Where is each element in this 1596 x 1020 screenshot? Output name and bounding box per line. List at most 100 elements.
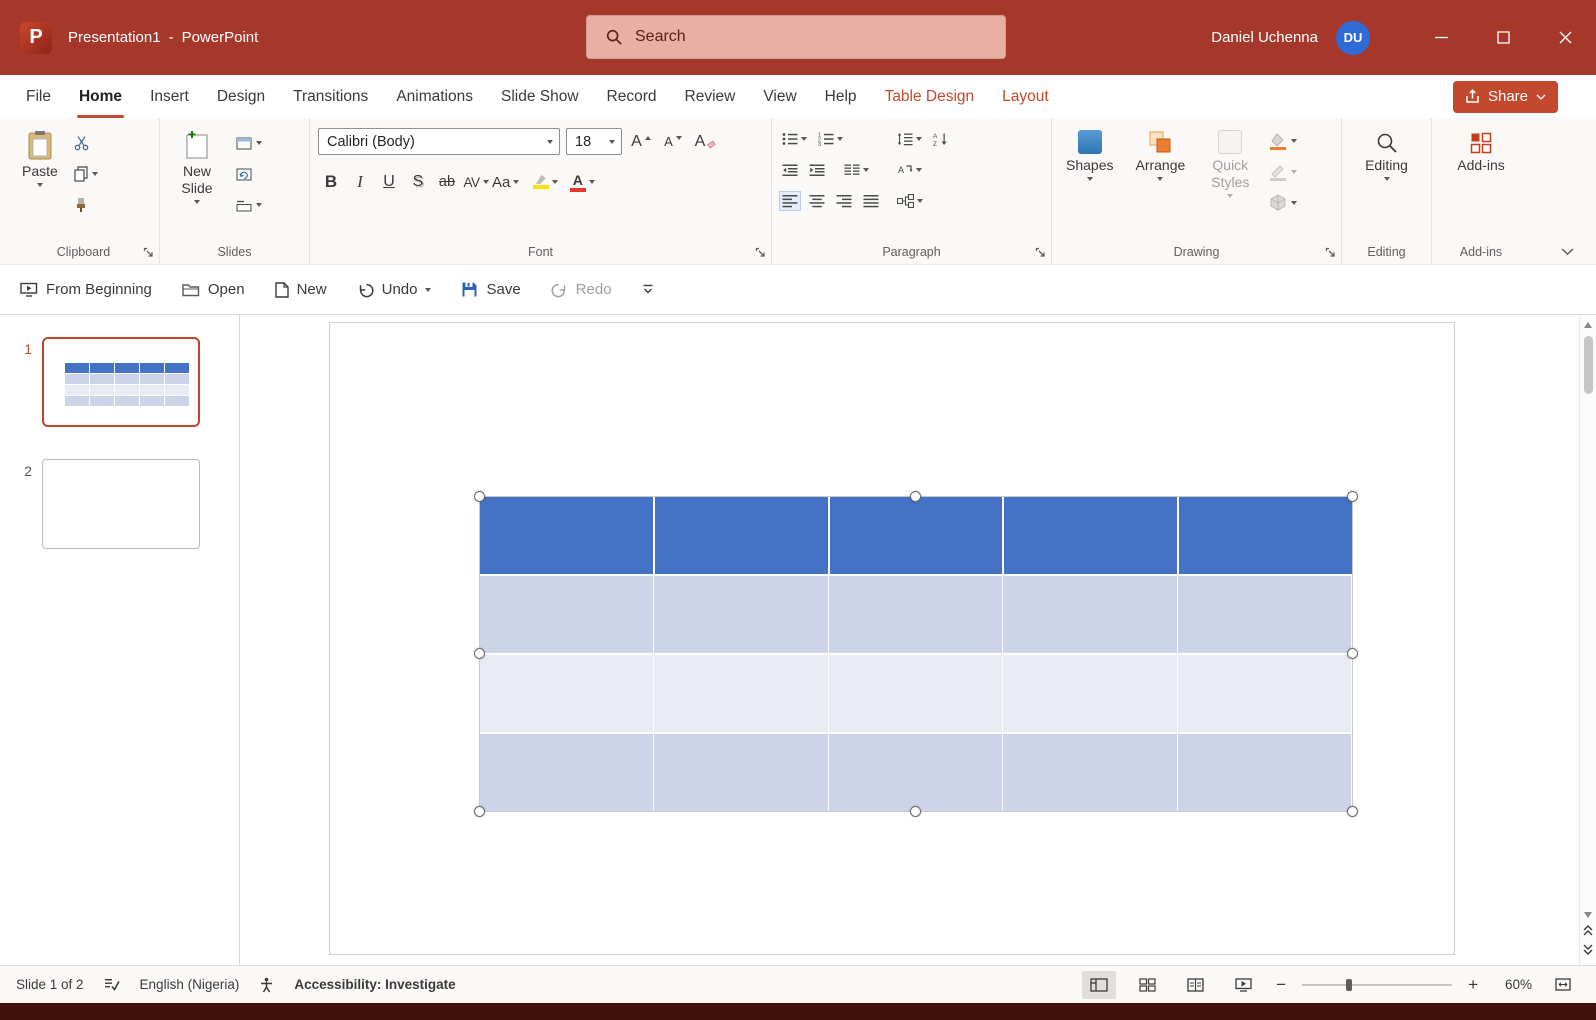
avatar[interactable]: DU — [1336, 21, 1370, 55]
slide-1-thumbnail[interactable] — [42, 337, 200, 427]
slide-editing-surface[interactable] — [329, 322, 1455, 955]
selection-handle-bottom-right[interactable] — [1347, 806, 1358, 817]
next-slide-button[interactable] — [1583, 944, 1593, 955]
accessibility-status[interactable]: Accessibility: Investigate — [294, 977, 455, 992]
tab-table-design[interactable]: Table Design — [871, 75, 989, 118]
reading-view-button[interactable] — [1178, 971, 1212, 999]
slide-canvas[interactable] — [240, 315, 1579, 965]
tab-review[interactable]: Review — [671, 75, 750, 118]
zoom-level[interactable]: 60% — [1494, 977, 1532, 992]
normal-view-button[interactable] — [1082, 971, 1116, 999]
section-button[interactable] — [236, 194, 262, 216]
cut-button[interactable] — [74, 132, 98, 154]
editing-button[interactable]: Editing — [1350, 130, 1423, 183]
table-cell[interactable] — [829, 655, 1003, 732]
bold-button[interactable]: B — [318, 169, 344, 195]
tab-record[interactable]: Record — [593, 75, 671, 118]
fit-slide-to-window-button[interactable] — [1546, 971, 1580, 999]
clear-formatting-button[interactable]: A — [692, 129, 718, 155]
table-cell[interactable] — [829, 734, 1003, 811]
tab-insert[interactable]: Insert — [136, 75, 203, 118]
tab-layout[interactable]: Layout — [988, 75, 1063, 118]
table-cell[interactable] — [480, 576, 654, 653]
selection-handle-middle-right[interactable] — [1347, 648, 1358, 659]
addins-button[interactable]: Add-ins — [1440, 130, 1522, 176]
increase-indent-button[interactable] — [807, 161, 827, 179]
zoom-slider[interactable] — [1302, 984, 1452, 986]
previous-slide-button[interactable] — [1583, 925, 1593, 936]
copy-button[interactable] — [74, 163, 98, 185]
selection-handle-bottom-left[interactable] — [474, 806, 485, 817]
close-button[interactable] — [1534, 0, 1596, 75]
tab-home[interactable]: Home — [65, 75, 136, 118]
selection-handle-top-middle[interactable] — [910, 491, 921, 502]
slide-indicator[interactable]: Slide 1 of 2 — [16, 977, 84, 992]
slide-layout-button[interactable] — [236, 132, 262, 154]
tab-transitions[interactable]: Transitions — [279, 75, 382, 118]
table-cell[interactable] — [1003, 734, 1177, 811]
font-size-combo[interactable]: 18 — [566, 128, 622, 155]
numbering-button[interactable]: 123 — [816, 130, 845, 148]
paragraph-dialog-launcher[interactable] — [1035, 247, 1046, 258]
table-cell[interactable] — [480, 734, 654, 811]
slide-sorter-view-button[interactable] — [1130, 971, 1164, 999]
accessibility-button[interactable] — [259, 977, 274, 993]
font-color-button[interactable]: A — [569, 169, 595, 195]
zoom-out-button[interactable]: − — [1274, 975, 1288, 995]
tab-animations[interactable]: Animations — [382, 75, 487, 118]
new-button[interactable]: New — [275, 281, 327, 298]
customize-toolbar-button[interactable] — [642, 284, 654, 295]
quick-styles-button[interactable]: Quick Styles — [1201, 128, 1259, 200]
selection-handle-top-left[interactable] — [474, 491, 485, 502]
new-slide-button[interactable]: New Slide — [168, 128, 226, 206]
table-cell[interactable] — [654, 576, 828, 653]
text-highlight-button[interactable] — [532, 169, 558, 195]
font-dialog-launcher[interactable] — [755, 247, 766, 258]
format-painter-button[interactable] — [74, 194, 98, 216]
zoom-in-button[interactable]: + — [1466, 975, 1480, 995]
table-cell[interactable] — [1003, 655, 1177, 732]
scroll-up-button[interactable] — [1584, 322, 1592, 328]
reset-slide-button[interactable] — [236, 163, 262, 185]
language-indicator[interactable]: English (Nigeria) — [140, 977, 240, 992]
sort-text-button[interactable]: AZ — [931, 130, 951, 148]
powerpoint-logo-icon[interactable]: P — [20, 22, 52, 54]
undo-button[interactable]: Undo — [357, 281, 432, 298]
align-left-button[interactable] — [780, 192, 800, 210]
columns-button[interactable] — [842, 161, 871, 179]
arrange-button[interactable]: Arrange — [1129, 128, 1191, 183]
scrollbar-thumb[interactable] — [1584, 336, 1593, 394]
collapse-ribbon-button[interactable] — [1561, 248, 1574, 256]
save-button[interactable]: Save — [461, 281, 520, 298]
maximize-button[interactable] — [1472, 0, 1534, 75]
table-cell[interactable] — [1178, 576, 1352, 653]
bullets-button[interactable] — [780, 130, 809, 148]
table-cell[interactable] — [1179, 497, 1352, 574]
shape-outline-button[interactable] — [1269, 161, 1297, 183]
underline-button[interactable]: U — [376, 169, 402, 195]
line-spacing-button[interactable] — [895, 130, 924, 148]
tab-slide-show[interactable]: Slide Show — [487, 75, 593, 118]
table-cell[interactable] — [829, 576, 1003, 653]
align-center-button[interactable] — [807, 192, 827, 210]
font-name-combo[interactable]: Calibri (Body) — [318, 128, 560, 155]
spellcheck-button[interactable] — [104, 977, 120, 992]
slide-table[interactable] — [480, 497, 1352, 811]
from-beginning-button[interactable]: From Beginning — [20, 281, 152, 298]
table-cell[interactable] — [830, 497, 1005, 574]
minimize-button[interactable] — [1410, 0, 1472, 75]
scroll-down-button[interactable] — [1584, 912, 1592, 918]
redo-button[interactable]: Redo — [551, 281, 612, 298]
selection-handle-bottom-middle[interactable] — [910, 806, 921, 817]
slide-show-button[interactable] — [1226, 971, 1260, 999]
table-cell[interactable] — [1003, 576, 1177, 653]
text-direction-button[interactable]: A — [895, 161, 924, 179]
tab-file[interactable]: File — [12, 75, 65, 118]
user-name[interactable]: Daniel Uchenna — [1211, 29, 1318, 46]
shape-fill-button[interactable] — [1269, 130, 1297, 152]
clipboard-dialog-launcher[interactable] — [143, 247, 154, 258]
text-shadow-button[interactable]: S — [405, 169, 431, 195]
convert-to-smartart-button[interactable] — [895, 192, 925, 210]
zoom-slider-thumb[interactable] — [1346, 979, 1352, 991]
shape-effects-button[interactable] — [1269, 192, 1297, 214]
